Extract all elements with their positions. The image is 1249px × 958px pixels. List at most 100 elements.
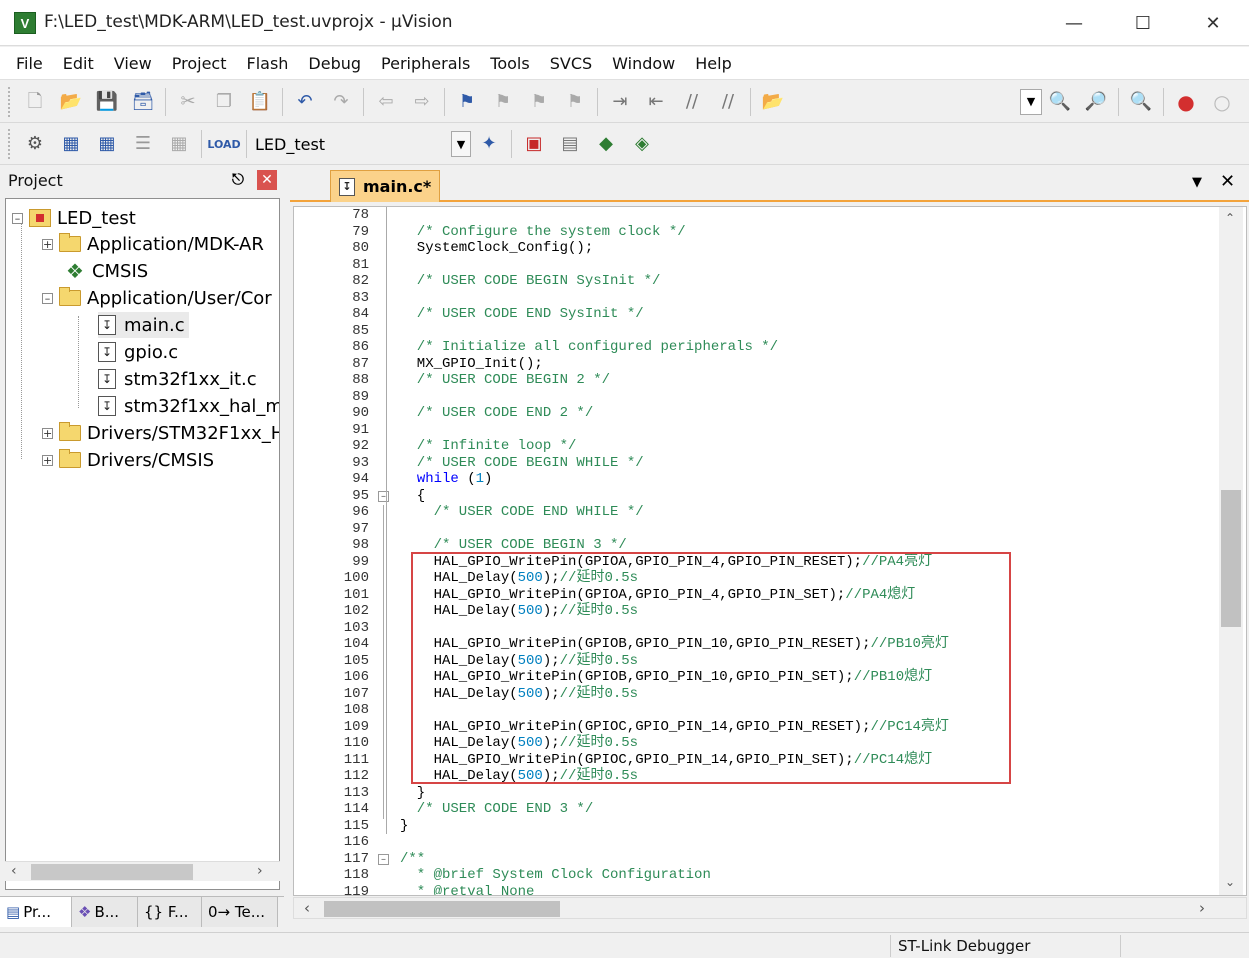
open-file-icon[interactable]: 📂 — [58, 89, 84, 115]
editor-vscroll-thumb[interactable] — [1221, 490, 1241, 627]
undo-icon[interactable]: ↶ — [292, 89, 318, 115]
new-file-icon[interactable]: 🗋 — [22, 89, 48, 115]
line-number: 104 — [343, 636, 369, 652]
pack-installer-icon[interactable]: ◈ — [629, 131, 655, 157]
fold-toggle-icon[interactable]: – — [378, 490, 389, 502]
tree-file-gpio-c[interactable]: ↧ gpio.c — [98, 339, 178, 365]
translate-icon[interactable]: ⚙ — [22, 131, 48, 157]
tree-group-drivers-cmsis[interactable]: + Drivers/CMSIS — [42, 447, 214, 473]
menu-tools[interactable]: Tools — [480, 54, 539, 73]
redo-icon[interactable]: ↷ — [328, 89, 354, 115]
editor-horizontal-scrollbar[interactable]: ‹ › — [293, 897, 1247, 919]
chevron-down-icon[interactable]: ▼ — [451, 131, 471, 157]
tab-books[interactable]: ❖ B... — [72, 897, 138, 927]
bookmark-icon[interactable]: ⚑ — [454, 89, 480, 115]
paste-icon[interactable]: 📋 — [247, 89, 273, 115]
manage-project-items-icon[interactable]: ▣ — [521, 131, 547, 157]
tree-group-user-core[interactable]: – Application/User/Cor — [42, 285, 272, 311]
expand-icon[interactable]: + — [42, 454, 53, 466]
tree-file-main-c[interactable]: ↧ main.c — [98, 312, 189, 338]
pin-icon[interactable]: ⎋ — [232, 170, 244, 188]
toolbar-grip[interactable] — [8, 86, 11, 117]
tree-group-cmsis[interactable]: ❖ CMSIS — [66, 258, 148, 284]
menu-svcs[interactable]: SVCS — [540, 54, 602, 73]
editor-vertical-scrollbar[interactable]: ⌃ ⌄ — [1219, 207, 1243, 895]
save-all-icon[interactable]: 🗃 — [130, 89, 156, 115]
tab-list-dropdown-icon[interactable]: ▼ — [1192, 175, 1202, 190]
next-bookmark-icon[interactable]: ⚑ — [526, 89, 552, 115]
tree-file-it-c[interactable]: ↧ stm32f1xx_it.c — [98, 366, 257, 392]
manage-rte-icon[interactable]: ◆ — [593, 131, 619, 157]
save-icon[interactable]: 💾 — [94, 89, 120, 115]
menu-file[interactable]: File — [6, 54, 53, 73]
collapse-icon[interactable]: – — [42, 292, 53, 304]
scroll-left-icon[interactable]: ‹ — [11, 863, 17, 879]
copy-icon[interactable]: ❐ — [211, 89, 237, 115]
menu-window[interactable]: Window — [602, 54, 685, 73]
tab-templates[interactable]: 0→ Te... — [202, 897, 278, 927]
find-icon[interactable]: 🔍 — [1047, 89, 1073, 115]
toolbar-grip-2[interactable] — [8, 129, 11, 159]
code-text: * @brief System Clock Configuration — [400, 867, 711, 883]
menu-help[interactable]: Help — [685, 54, 741, 73]
prev-bookmark-icon[interactable]: ⚑ — [490, 89, 516, 115]
menu-view[interactable]: View — [104, 54, 162, 73]
tab-main-c[interactable]: ↧ main.c* — [330, 170, 440, 202]
scroll-right-icon[interactable]: › — [1199, 899, 1205, 917]
tree-scroll-thumb[interactable] — [31, 864, 193, 880]
collapse-icon[interactable]: – — [12, 212, 23, 224]
select-packs-icon[interactable]: ▤ — [557, 131, 583, 157]
editor-hscroll-thumb[interactable] — [324, 901, 560, 917]
scroll-up-icon[interactable]: ⌃ — [1225, 211, 1235, 225]
tree-group-drivers-stm32[interactable]: + Drivers/STM32F1xx_H — [42, 420, 279, 446]
find-combo-dropdown[interactable]: ▼ — [1020, 88, 1042, 115]
tree-root-node[interactable]: – LED_test — [12, 205, 136, 231]
minimize-button[interactable]: — — [1051, 8, 1097, 38]
comment-icon[interactable]: // — [679, 89, 705, 115]
tab-project[interactable]: ▤ Pr... — [0, 897, 72, 927]
navigate-back-icon[interactable]: ⇦ — [373, 89, 399, 115]
clear-bookmarks-icon[interactable]: ⚑ — [562, 89, 588, 115]
expand-icon[interactable]: + — [42, 238, 53, 250]
build-icon[interactable]: ▦ — [58, 131, 84, 157]
download-load-icon[interactable]: LOAD — [207, 131, 240, 157]
menu-edit[interactable]: Edit — [53, 54, 104, 73]
target-select[interactable]: LED_test ▼ — [251, 131, 471, 157]
tree-group-mdk-arm[interactable]: + Application/MDK-AR — [42, 231, 264, 257]
fold-toggle-icon[interactable]: – — [378, 853, 389, 865]
find-in-files-icon[interactable]: 📂 — [760, 89, 786, 115]
close-button[interactable]: ✕ — [1190, 8, 1236, 38]
rebuild-icon[interactable]: ▦ — [94, 131, 120, 157]
target-options-icon[interactable]: ✦ — [476, 131, 502, 157]
code-editor[interactable]: 78 79 80 81 82 83 84 85 86 87 88 89 90 91 92 93 94 95 96 97… — [293, 206, 1247, 896]
expand-icon[interactable]: + — [42, 427, 53, 439]
tree-file-hal-msp[interactable]: ↧ stm32f1xx_hal_ms — [98, 393, 279, 419]
line-number: 101 — [343, 586, 369, 603]
batch-build-icon[interactable]: ☰ — [130, 131, 156, 157]
uncomment-icon[interactable]: // — [715, 89, 741, 115]
unindent-icon[interactable]: ⇤ — [643, 89, 669, 115]
scroll-right-icon[interactable]: › — [257, 863, 263, 879]
close-icon[interactable]: ✕ — [257, 170, 277, 190]
disable-breakpoint-icon[interactable]: ○ — [1209, 89, 1235, 115]
breakpoint-icon[interactable]: ● — [1173, 89, 1199, 115]
code-line: /* USER CODE END WHILE */ — [400, 504, 644, 521]
menu-project[interactable]: Project — [162, 54, 237, 73]
menu-debug[interactable]: Debug — [298, 54, 371, 73]
stop-build-icon[interactable]: ▦ — [166, 131, 192, 157]
scroll-down-icon[interactable]: ⌄ — [1225, 875, 1235, 889]
tab-functions[interactable]: {} F... — [138, 897, 202, 927]
maximize-button[interactable]: ☐ — [1120, 8, 1166, 38]
navigate-forward-icon[interactable]: ⇨ — [409, 89, 435, 115]
indent-icon[interactable]: ⇥ — [607, 89, 633, 115]
debug-session-icon[interactable]: 🔍 — [1128, 89, 1154, 115]
incremental-find-icon[interactable]: 🔎 — [1083, 89, 1109, 115]
close-tab-icon[interactable]: ✕ — [1220, 171, 1235, 192]
cut-icon[interactable]: ✂ — [175, 89, 201, 115]
menu-flash[interactable]: Flash — [236, 54, 298, 73]
menu-peripherals[interactable]: Peripherals — [371, 54, 480, 73]
tree-group-label: Application/MDK-AR — [87, 233, 264, 255]
scroll-left-icon[interactable]: ‹ — [304, 899, 310, 917]
tree-horizontal-scrollbar[interactable]: ‹ › — [5, 861, 280, 881]
code-line: HAL_GPIO_WritePin(GPIOB,GPIO_PIN_10,GPIO… — [400, 669, 933, 686]
